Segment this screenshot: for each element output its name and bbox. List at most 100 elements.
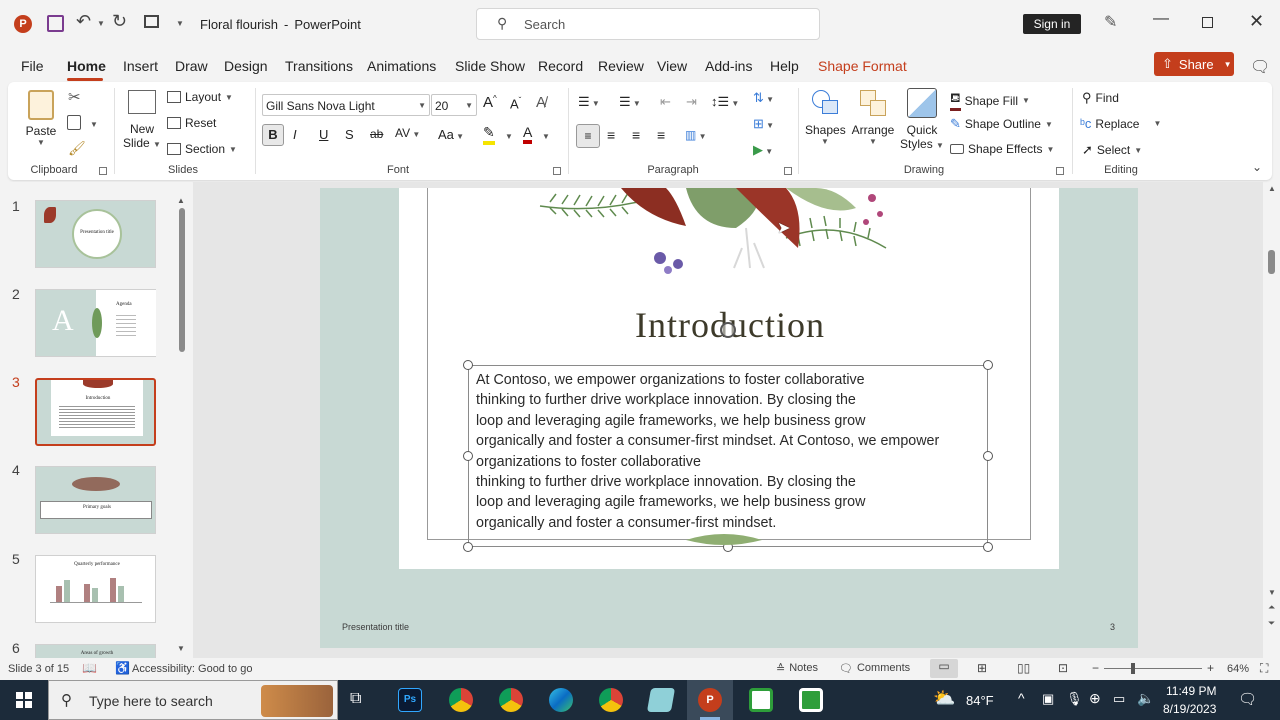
increase-font-icon[interactable]: A^ bbox=[483, 94, 497, 111]
microphone-icon[interactable]: 🎙 bbox=[1066, 691, 1083, 707]
resize-handle-middle-left[interactable] bbox=[463, 451, 473, 461]
accessibility-icon[interactable]: ♿ bbox=[115, 661, 130, 675]
line-spacing-icon[interactable]: ↕☰ ▼ bbox=[711, 94, 739, 110]
format-painter-icon[interactable]: 🖌 bbox=[68, 140, 86, 157]
close-button[interactable]: ✕ bbox=[1249, 11, 1264, 32]
decrease-font-icon[interactable]: Aˇ bbox=[510, 96, 521, 111]
share-button[interactable]: ⇧ Share ▼ bbox=[1154, 52, 1234, 76]
search-box[interactable]: ⚲ Search bbox=[476, 8, 820, 40]
cut-icon[interactable]: ✂ bbox=[68, 88, 81, 106]
tab-insert[interactable]: Insert bbox=[123, 58, 158, 74]
weather-temperature[interactable]: 84°F bbox=[966, 693, 994, 708]
decrease-indent-icon[interactable]: ⇤ bbox=[660, 94, 671, 110]
undo-dropdown-icon[interactable]: ▼ bbox=[97, 19, 105, 28]
chrome-profile-2-icon[interactable] bbox=[499, 688, 523, 712]
weather-icon[interactable]: ⛅ bbox=[933, 688, 955, 709]
align-right-icon[interactable]: ≡ bbox=[632, 127, 640, 143]
quick-styles-button[interactable]: Quick Styles ▼ bbox=[900, 88, 944, 151]
collapse-ribbon-icon[interactable]: ⌄ bbox=[1252, 160, 1262, 174]
show-hidden-icons[interactable]: ^ bbox=[1018, 690, 1025, 706]
shape-fill-button[interactable]: ⛾ Shape Fill ▼ bbox=[950, 90, 1030, 111]
previous-slide-icon[interactable]: ⏶ bbox=[1268, 602, 1275, 613]
font-family-select[interactable]: Gill Sans Nova Light ▼ bbox=[262, 94, 430, 116]
paste-button[interactable]: Paste ▼ bbox=[24, 90, 58, 154]
photoshop-icon[interactable]: Ps bbox=[398, 688, 422, 712]
character-spacing-icon[interactable]: AV ▼ bbox=[395, 126, 420, 140]
accessibility-status[interactable]: Accessibility: Good to go bbox=[132, 663, 252, 675]
font-color-icon[interactable]: A bbox=[523, 124, 533, 144]
reset-button[interactable]: Reset bbox=[167, 116, 216, 130]
resize-handle-bottom-left[interactable] bbox=[463, 542, 473, 552]
select-button[interactable]: ➚ Select ▼ bbox=[1082, 142, 1142, 158]
clear-formatting-icon[interactable]: A̸ bbox=[536, 94, 546, 111]
fit-to-window-icon[interactable]: ⛶ bbox=[1260, 661, 1268, 676]
tab-home[interactable]: Home bbox=[67, 58, 106, 74]
shadow-button[interactable]: S bbox=[345, 127, 354, 142]
reading-view-icon[interactable]: ▯▯ bbox=[1017, 661, 1030, 675]
taskbar-search-box[interactable]: ⚲ Type here to search bbox=[48, 680, 338, 720]
columns-icon[interactable]: ▥ ▼ bbox=[685, 128, 706, 142]
sign-in-button[interactable]: Sign in bbox=[1023, 14, 1081, 34]
notes-app-icon[interactable] bbox=[646, 688, 676, 712]
network-icon[interactable]: ⊕ bbox=[1089, 690, 1101, 707]
slide-thumbnail-5[interactable]: Quarterly performance bbox=[35, 555, 156, 623]
font-launcher-icon[interactable] bbox=[553, 167, 561, 175]
font-size-select[interactable]: 20 ▼ bbox=[431, 94, 477, 116]
canvas-scrollbar-thumb[interactable] bbox=[1268, 250, 1275, 274]
slide-thumbnail-3[interactable]: Introduction bbox=[35, 378, 156, 446]
tab-help[interactable]: Help bbox=[770, 58, 799, 74]
tab-review[interactable]: Review bbox=[598, 58, 644, 74]
camtasia-icon-2[interactable] bbox=[799, 688, 823, 712]
strikethrough-button[interactable]: ab bbox=[370, 127, 383, 141]
tab-draw[interactable]: Draw bbox=[175, 58, 208, 74]
redo-icon[interactable]: ↻ bbox=[112, 11, 127, 32]
comments-icon[interactable]: 🗨 bbox=[1250, 57, 1270, 77]
zoom-slider-thumb[interactable] bbox=[1131, 663, 1135, 674]
notifications-icon[interactable]: 🗨 bbox=[1238, 690, 1257, 708]
tab-slide-show[interactable]: Slide Show bbox=[455, 58, 525, 74]
normal-view-button[interactable]: ▭ bbox=[930, 659, 958, 678]
zoom-slider[interactable] bbox=[1104, 668, 1202, 669]
restore-button[interactable] bbox=[1202, 17, 1213, 28]
section-button[interactable]: Section ▼ bbox=[167, 142, 237, 156]
smartart-icon[interactable]: ▶ ▼ bbox=[753, 142, 773, 158]
shape-outline-button[interactable]: ✎ Shape Outline ▼ bbox=[950, 116, 1053, 132]
minimize-button[interactable]: — bbox=[1153, 10, 1169, 28]
shape-effects-button[interactable]: Shape Effects ▼ bbox=[950, 142, 1054, 156]
zoom-out-icon[interactable]: − bbox=[1092, 661, 1099, 675]
align-center-icon[interactable]: ≡ bbox=[607, 127, 615, 143]
tab-file[interactable]: File bbox=[21, 58, 44, 74]
align-left-button[interactable]: ≡ bbox=[576, 124, 600, 148]
clock-time[interactable]: 11:49 PM bbox=[1166, 684, 1216, 698]
slide-thumbnail-2[interactable]: A Agenda bbox=[35, 289, 156, 357]
chrome-icon[interactable] bbox=[599, 688, 623, 712]
slide-thumbnail-1[interactable]: Presentation title bbox=[35, 200, 156, 268]
new-slide-button[interactable]: New Slide ▼ bbox=[122, 90, 162, 150]
notes-button[interactable]: ≙ Notes bbox=[776, 662, 818, 675]
slide-thumbnail-6[interactable]: Areas of growth bbox=[35, 644, 156, 658]
slide-sorter-icon[interactable]: ⊞ bbox=[977, 661, 987, 675]
zoom-level[interactable]: 64% bbox=[1227, 663, 1249, 675]
align-text-icon[interactable]: ⊞ ▼ bbox=[753, 116, 774, 132]
drawing-launcher-icon[interactable] bbox=[1056, 167, 1064, 175]
tab-add-ins[interactable]: Add-ins bbox=[705, 58, 752, 74]
tab-transitions[interactable]: Transitions bbox=[285, 58, 353, 74]
shapes-button[interactable]: Shapes ▼ bbox=[805, 88, 846, 146]
replace-button[interactable]: ᵇc Replace ▼ bbox=[1080, 116, 1161, 131]
thumbnails-scroll-up-icon[interactable]: ▲ bbox=[177, 196, 185, 205]
change-case-icon[interactable]: Aa ▼ bbox=[438, 127, 464, 142]
canvas-scroll-down-icon[interactable]: ▼ bbox=[1268, 588, 1276, 597]
volume-icon[interactable]: 🔈 bbox=[1137, 690, 1154, 707]
undo-icon[interactable]: ↶ bbox=[76, 11, 91, 32]
resize-handle-top-left[interactable] bbox=[463, 360, 473, 370]
slideshow-view-icon[interactable]: ⊡ bbox=[1058, 661, 1068, 675]
thumbnails-scrollbar-thumb[interactable] bbox=[179, 208, 185, 352]
highlight-icon[interactable]: ✎ bbox=[483, 124, 495, 145]
battery-icon[interactable]: ▭ bbox=[1113, 691, 1125, 707]
layout-button[interactable]: Layout ▼ bbox=[167, 90, 233, 104]
find-button[interactable]: ⚲ Find bbox=[1082, 90, 1119, 106]
windows-start-icon[interactable] bbox=[16, 692, 32, 708]
spelling-icon[interactable]: 📖 bbox=[82, 661, 97, 675]
edge-icon[interactable] bbox=[549, 688, 573, 712]
designer-icon[interactable]: ✎ bbox=[1104, 12, 1117, 32]
